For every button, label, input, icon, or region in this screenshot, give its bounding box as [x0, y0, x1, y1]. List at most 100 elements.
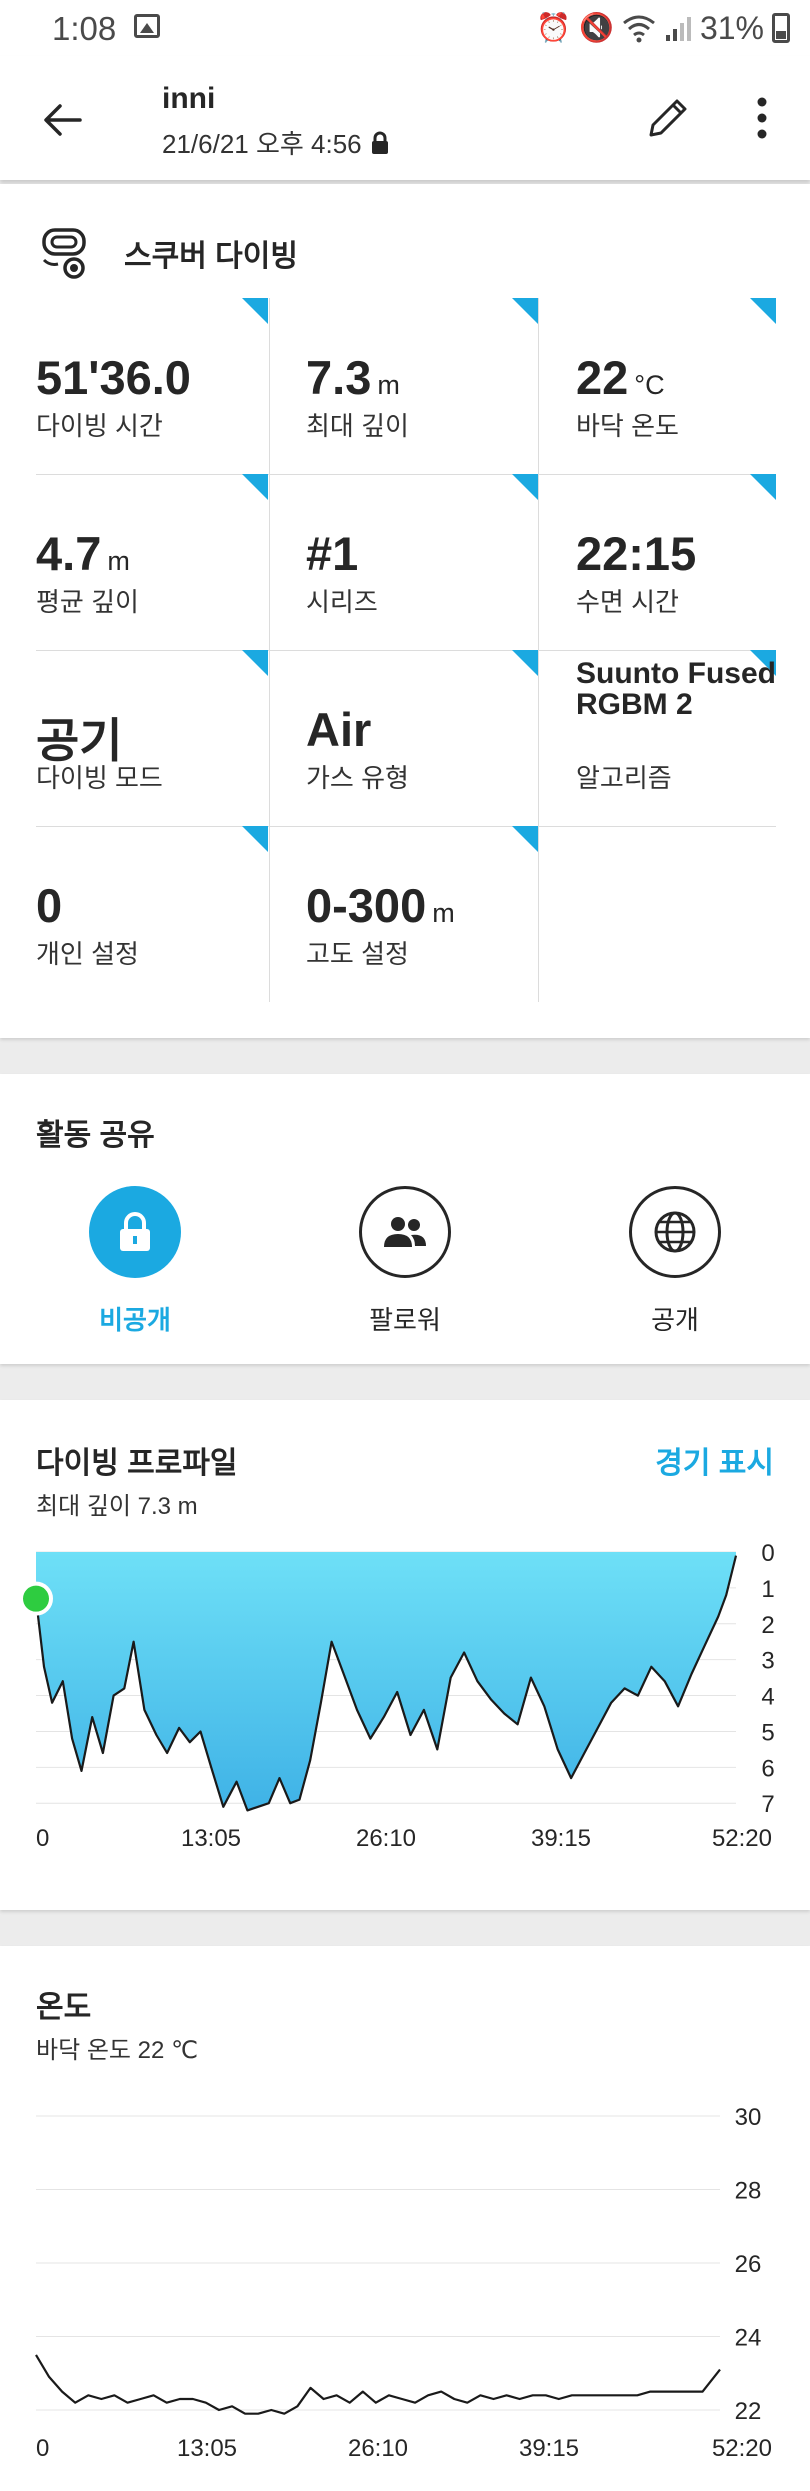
stat-max-depth[interactable]: 7.3 m 최대 깊이	[306, 298, 538, 474]
app-bar: inni 21/6/21 오후 4:56	[0, 56, 810, 180]
temperature-card: 온도 바닥 온도 22 ℃ 30 28 26 24 22 0 13:05 26:10 39:15…	[0, 1946, 810, 2491]
status-icons: ⏰ 🔇 31%	[536, 8, 790, 48]
share-followers-button[interactable]	[359, 1186, 451, 1278]
stat-corner-marker	[512, 650, 538, 676]
stat-corner-marker	[242, 298, 268, 324]
stat-corner-marker	[242, 826, 268, 852]
lock-icon	[120, 1212, 150, 1251]
depth-y-tick-label: 0	[761, 1540, 774, 1567]
temp-y-tick-label: 26	[735, 2251, 762, 2278]
stat-label: 알고리즘	[576, 763, 672, 793]
temp-x-tick-label: 39:15	[519, 2435, 579, 2462]
stat-corner-marker	[242, 474, 268, 500]
stat-personal-setting[interactable]: 0 개인 설정	[36, 826, 268, 1002]
stat-altitude-setting[interactable]: 0-300 m 고도 설정	[306, 826, 538, 1002]
stat-bottom-temp[interactable]: 22 °C 바닥 온도	[576, 298, 776, 474]
stat-value: 51'36.0	[36, 351, 191, 404]
stat-label: 다이빙 시간	[36, 411, 163, 441]
temp-y-tick-label: 30	[735, 2104, 762, 2131]
share-option-label: 팔로워	[369, 1305, 441, 1335]
depth-x-tick-label: 39:15	[531, 1825, 591, 1852]
more-options-button[interactable]	[738, 86, 786, 150]
status-bar: 1:08 ⏰ 🔇 31%	[0, 0, 810, 56]
stat-avg-depth[interactable]: 4.7 m 평균 깊이	[36, 474, 268, 650]
share-public-button[interactable]	[629, 1186, 721, 1278]
grid-divider	[269, 298, 270, 1002]
battery-percent: 31%	[699, 9, 764, 46]
depth-y-tick-label: 5	[761, 1719, 774, 1746]
stat-corner-marker	[512, 474, 538, 500]
share-option-label: 비공개	[99, 1305, 171, 1335]
dive-profile-card: 다이빙 프로파일 경기 표시 최대 깊이 7.3 m 0 1 2 3 4 5 6 7 0 13:0…	[0, 1400, 810, 1910]
stat-dive-mode[interactable]: 공기 다이빙 모드	[36, 650, 268, 826]
stat-label: 다이빙 모드	[36, 763, 163, 793]
stat-corner-marker	[512, 826, 538, 852]
stats-grid: 51'36.0 다이빙 시간 7.3 m 최대 깊이 22 °C 바닥 온도 4.7…	[36, 298, 776, 1002]
activity-name: 스쿠버 다이빙	[124, 240, 298, 273]
arrow-left-icon	[44, 104, 82, 136]
mute-icon: 🔇	[579, 12, 614, 43]
stat-label: 고도 설정	[306, 939, 409, 969]
share-option-public[interactable]: 공개	[595, 1186, 755, 1337]
stat-series[interactable]: #1 시리즈	[306, 474, 538, 650]
share-option-followers[interactable]: 팔로워	[325, 1186, 485, 1337]
stat-corner-marker	[242, 650, 268, 676]
activity-datetime: 21/6/21 오후 4:56	[162, 124, 390, 161]
depth-y-tick-label: 6	[761, 1755, 774, 1782]
alarm-icon: ⏰	[536, 12, 572, 43]
wifi-icon	[623, 15, 655, 43]
stat-label: 바닥 온도	[576, 411, 679, 441]
activity-header: 스쿠버 다이빙	[36, 222, 298, 284]
stat-value: Air	[306, 703, 372, 756]
stat-corner-marker	[750, 474, 776, 500]
temp-y-tick-label: 28	[735, 2178, 762, 2205]
depth-y-tick-label: 2	[761, 1612, 774, 1639]
depth-x-tick-label: 0	[36, 1825, 49, 1852]
temperature-chart[interactable]: 30 28 26 24 22 0 13:05 26:10 39:15 52:20	[0, 1946, 810, 2491]
signal-icon	[665, 17, 691, 41]
share-activity-card: 활동 공유 비공개 팔로워 공개	[0, 1074, 810, 1364]
temp-x-tick-label: 0	[36, 2435, 49, 2462]
edit-button[interactable]	[636, 86, 700, 150]
stat-value: 0	[36, 879, 63, 932]
lock-icon	[371, 131, 388, 154]
stat-surface-time[interactable]: 22:15 수면 시간	[576, 474, 776, 650]
back-button[interactable]	[30, 88, 94, 152]
stat-label: 최대 깊이	[306, 411, 409, 441]
share-option-private[interactable]: 비공개	[55, 1186, 215, 1337]
scuba-diving-icon	[42, 228, 86, 279]
globe-icon	[654, 1211, 696, 1253]
stat-label: 개인 설정	[36, 939, 139, 969]
stat-corner-marker	[512, 298, 538, 324]
grid-divider	[538, 298, 539, 1002]
stat-gas-type[interactable]: Air 가스 유형	[306, 650, 538, 826]
stat-label: 시리즈	[306, 587, 378, 617]
depth-x-tick-label: 26:10	[356, 1825, 416, 1852]
temp-x-tick-label: 13:05	[177, 2435, 237, 2462]
stat-value: 22:15	[576, 527, 697, 580]
stat-label: 수면 시간	[576, 587, 679, 617]
stat-value: 7.3 m	[306, 351, 400, 404]
stat-value: #1	[306, 527, 359, 580]
battery-icon	[772, 13, 790, 43]
temp-y-tick-label: 22	[735, 2398, 762, 2425]
depth-y-tick-label: 3	[761, 1648, 774, 1675]
share-private-button[interactable]	[89, 1186, 181, 1278]
depth-y-tick-label: 1	[761, 1576, 774, 1603]
stat-algorithm[interactable]: Suunto Fused RGBM 2 알고리즘	[576, 650, 776, 826]
depth-y-tick-label: 4	[761, 1684, 774, 1711]
depth-area	[36, 1552, 736, 1811]
depth-profile-chart[interactable]: 0 1 2 3 4 5 6 7 0 13:05 26:10 39:15 52:20	[0, 1400, 810, 1910]
pencil-icon	[649, 99, 687, 137]
page-title: inni	[162, 82, 216, 115]
stat-value: 0-300 m	[306, 879, 455, 932]
stat-label: 가스 유형	[306, 763, 409, 793]
gallery-notification-icon	[134, 14, 160, 38]
dive-summary-card: 스쿠버 다이빙 51'36.0 다이빙 시간 7.3 m 최대 깊이 22 °C 바…	[0, 184, 810, 1038]
stat-dive-time[interactable]: 51'36.0 다이빙 시간	[36, 298, 268, 474]
people-icon	[384, 1217, 426, 1247]
more-vertical-icon	[757, 97, 767, 139]
temp-line	[35, 2354, 721, 2415]
temp-y-tick-label: 24	[735, 2325, 762, 2352]
share-option-label: 공개	[651, 1305, 699, 1335]
